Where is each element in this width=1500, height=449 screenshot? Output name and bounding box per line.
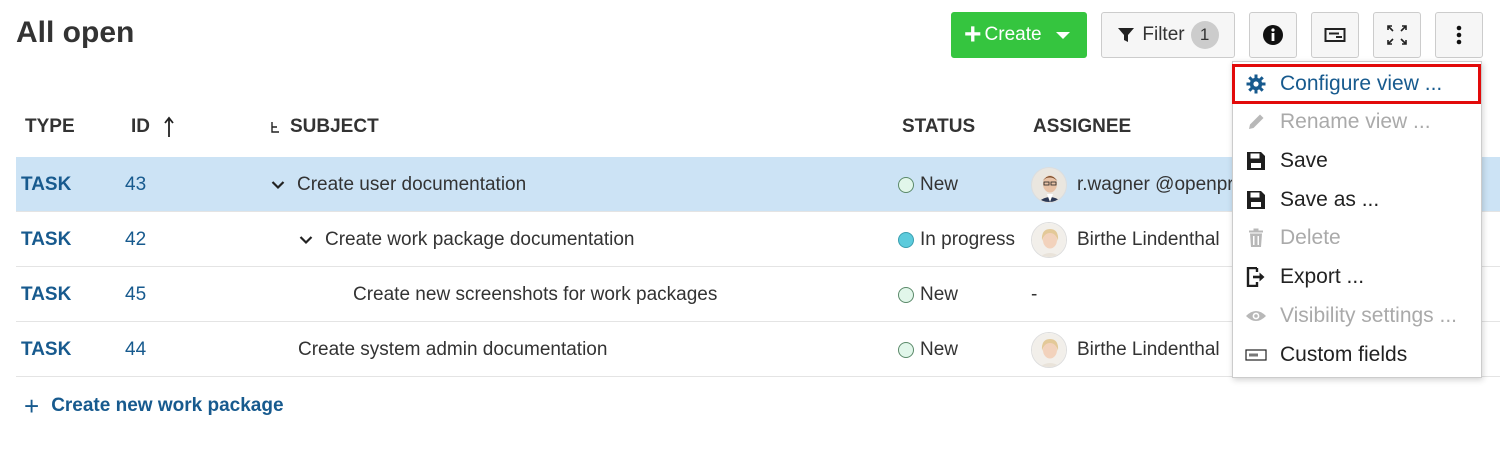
column-header-id[interactable]: ID: [131, 116, 174, 138]
plus-icon: +: [24, 391, 40, 421]
menu-item-export[interactable]: Export ...: [1233, 258, 1481, 296]
menu-item-save[interactable]: Save: [1233, 142, 1481, 180]
vertical-dots-icon: [1456, 24, 1462, 46]
create-button-label: Create: [984, 24, 1042, 45]
assignee-text: Birthe Lindenthal: [1077, 228, 1220, 250]
status-text: New: [920, 283, 959, 305]
menu-item-label: Configure view ...: [1280, 72, 1443, 95]
avatar: [1031, 166, 1067, 203]
filter-button-label: Filter: [1142, 24, 1185, 45]
floppy-icon: [1245, 150, 1267, 172]
settings-dropdown-menu: Configure view ... Rename view ... Save …: [1232, 61, 1482, 378]
type-cell: TASK: [21, 338, 72, 360]
status-dot-icon: [898, 341, 914, 358]
column-header-subject-label: SUBJECT: [290, 116, 379, 137]
assignee-text: Birthe Lindenthal: [1077, 338, 1220, 360]
details-view-button[interactable]: [1311, 12, 1359, 58]
subject-cell[interactable]: Create work package documentation: [299, 212, 634, 267]
menu-item-label: Custom fields: [1280, 343, 1408, 366]
gear-icon: [1245, 73, 1267, 95]
create-button[interactable]: + Create: [951, 12, 1087, 58]
menu-item-label: Rename view ...: [1280, 110, 1431, 133]
status-dot-icon: [898, 286, 914, 303]
info-icon: [1262, 24, 1284, 46]
menu-item-label: Export ...: [1280, 265, 1365, 288]
status-dot-icon: [898, 231, 914, 248]
menu-item-configure-view[interactable]: Configure view ...: [1232, 64, 1481, 104]
assignee-cell[interactable]: -: [1031, 267, 1037, 322]
caret-down-icon: [1055, 31, 1070, 39]
column-header-id-label: ID: [131, 116, 150, 137]
details-view-icon: [1324, 26, 1346, 44]
menu-item-custom-fields[interactable]: Custom fields: [1233, 336, 1481, 374]
expand-icon: [1386, 24, 1408, 46]
subject-cell[interactable]: Create user documentation: [271, 157, 526, 212]
menu-item-label: Save: [1280, 149, 1328, 172]
subject-cell[interactable]: Create system admin documentation: [298, 322, 607, 377]
status-cell[interactable]: In progress: [898, 212, 1015, 267]
avatar: [1031, 331, 1067, 368]
assignee-cell[interactable]: Birthe Lindenthal: [1031, 212, 1220, 267]
floppy-icon: [1245, 189, 1267, 211]
create-new-label: Create new work package: [51, 395, 284, 416]
menu-item-label: Delete: [1280, 226, 1341, 249]
chevron-down-icon[interactable]: [299, 229, 313, 251]
status-text: New: [920, 173, 959, 195]
subject-text: Create new screenshots for work packages: [353, 283, 718, 305]
pencil-icon: [1245, 111, 1267, 133]
type-cell: TASK: [21, 228, 72, 250]
subject-text: Create user documentation: [297, 173, 527, 195]
status-cell[interactable]: New: [898, 267, 958, 322]
fullscreen-button[interactable]: [1373, 12, 1421, 58]
menu-item-label: Visibility settings ...: [1280, 304, 1458, 327]
status-text: New: [920, 338, 959, 360]
filter-button[interactable]: Filter 1: [1101, 12, 1235, 58]
export-icon: [1245, 266, 1267, 288]
subject-cell[interactable]: Create new screenshots for work packages: [353, 267, 717, 322]
type-cell: TASK: [21, 173, 72, 195]
id-link[interactable]: 43: [125, 157, 146, 212]
status-dot-icon: [898, 176, 914, 193]
chevron-down-icon[interactable]: [271, 174, 285, 196]
column-header-subject[interactable]: SUBJECT: [270, 116, 379, 138]
hierarchy-icon: [270, 119, 282, 135]
status-text: In progress: [920, 228, 1016, 250]
menu-item-visibility-settings: Visibility settings ...: [1233, 297, 1481, 335]
menu-item-delete: Delete: [1233, 219, 1481, 257]
subject-text: Create work package documentation: [325, 228, 635, 250]
create-new-work-package-link[interactable]: + Create new work package: [24, 393, 284, 419]
filter-icon: [1117, 26, 1135, 44]
id-link[interactable]: 42: [125, 212, 146, 267]
filter-count-badge: 1: [1190, 21, 1219, 49]
menu-item-save-as[interactable]: Save as ...: [1233, 181, 1481, 219]
sort-ascending-icon: [164, 116, 174, 138]
info-button[interactable]: [1249, 12, 1297, 58]
id-link[interactable]: 44: [125, 322, 146, 377]
more-actions-button[interactable]: [1435, 12, 1483, 58]
trash-icon: [1245, 227, 1267, 249]
menu-item-label: Save as ...: [1280, 188, 1380, 211]
id-link[interactable]: 45: [125, 267, 146, 322]
status-cell[interactable]: New: [898, 322, 958, 377]
page-title: All open: [16, 16, 135, 49]
custom-field-icon: [1245, 344, 1267, 366]
subject-text: Create system admin documentation: [298, 338, 608, 360]
column-header-status[interactable]: STATUS: [902, 116, 975, 138]
avatar: [1031, 221, 1067, 258]
plus-icon: +: [964, 18, 982, 51]
menu-item-rename-view: Rename view ...: [1233, 103, 1481, 141]
assignee-text: -: [1031, 283, 1038, 305]
status-cell[interactable]: New: [898, 157, 958, 212]
eye-icon: [1245, 305, 1267, 327]
column-header-assignee[interactable]: ASSIGNEE: [1033, 116, 1131, 138]
assignee-cell[interactable]: Birthe Lindenthal: [1031, 322, 1220, 377]
column-header-type[interactable]: TYPE: [25, 116, 75, 138]
type-cell: TASK: [21, 283, 72, 305]
